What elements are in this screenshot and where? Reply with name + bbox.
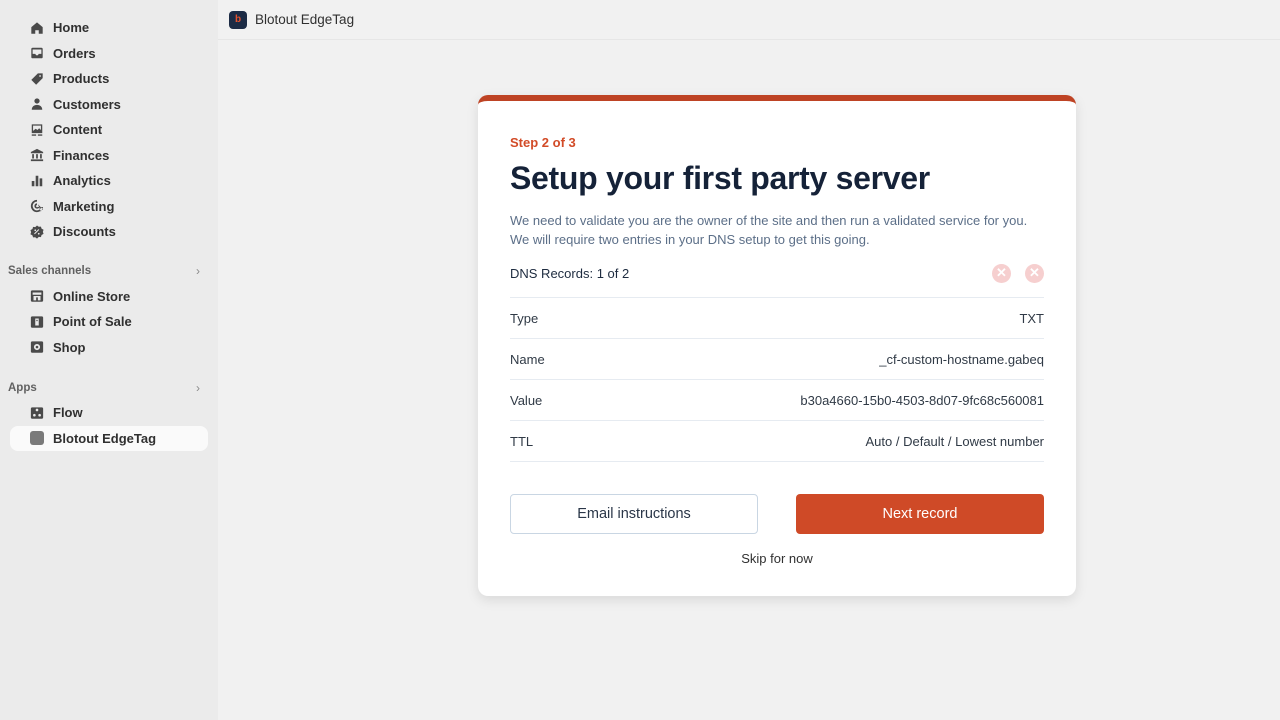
page-title: Setup your first party server (510, 160, 930, 196)
bar-chart-icon (30, 174, 44, 188)
sidebar-item-label: Orders (53, 45, 96, 61)
record-1-not-verified-icon: ✕ (992, 263, 1011, 283)
table-row: TTL Auto / Default / Lowest number (510, 421, 1044, 462)
person-icon (30, 97, 44, 111)
sidebar-item-label: Analytics (53, 173, 111, 189)
setup-card: Step 2 of 3 Setup your first party serve… (478, 95, 1076, 596)
sidebar-item-finances[interactable]: Finances (10, 143, 208, 169)
row-value[interactable]: b30a4660-15b0-4503-8d07-9fc68c560081 (800, 393, 1044, 408)
next-record-button[interactable]: Next record (796, 494, 1044, 534)
table-row: Type TXT (510, 298, 1044, 339)
description-line-1: We need to validate you are the owner of… (510, 213, 1028, 228)
sidebar-item-label: Flow (53, 405, 83, 421)
app-header: b Blotout EdgeTag (218, 0, 1280, 40)
sidebar-item-analytics[interactable]: Analytics (10, 168, 208, 194)
shop-icon (30, 340, 44, 354)
sidebar: Home Orders Products Customers Content F… (0, 0, 218, 720)
sidebar-item-label: Blotout EdgeTag (53, 430, 157, 446)
store-icon (30, 289, 44, 303)
sidebar-item-orders[interactable]: Orders (10, 41, 208, 67)
row-key: Value (510, 392, 543, 408)
discount-icon (30, 225, 44, 239)
sidebar-item-point-of-sale[interactable]: Point of Sale (10, 309, 208, 335)
email-instructions-button[interactable]: Email instructions (510, 494, 758, 534)
action-buttons: Email instructions Next record (510, 494, 1044, 534)
row-value[interactable]: TXT (1019, 311, 1044, 326)
sidebar-item-label: Shop (53, 339, 86, 355)
sidebar-item-label: Home (53, 20, 90, 36)
sidebar-item-discounts[interactable]: Discounts (10, 219, 208, 245)
dns-records-header: DNS Records: 1 of 2 ✕ ✕ (510, 263, 1044, 283)
sidebar-item-shop[interactable]: Shop (10, 335, 208, 361)
row-value[interactable]: Auto / Default / Lowest number (866, 434, 1044, 449)
sidebar-item-online-store[interactable]: Online Store (10, 284, 208, 310)
app-title: Blotout EdgeTag (255, 12, 355, 27)
sidebar-item-label: Customers (53, 96, 121, 112)
target-icon (30, 199, 44, 213)
sidebar-item-flow[interactable]: Flow (10, 400, 208, 426)
row-key: TTL (510, 433, 534, 449)
flow-icon (30, 406, 44, 420)
record-2-not-verified-icon: ✕ (1025, 263, 1044, 283)
tag-icon (30, 72, 44, 86)
sidebar-item-label: Content (53, 122, 103, 138)
row-value[interactable]: _cf-custom-hostname.gabeq (879, 352, 1044, 367)
sidebar-item-marketing[interactable]: Marketing (10, 194, 208, 220)
row-key: Type (510, 310, 539, 326)
section-label: Sales channels (8, 265, 92, 277)
image-icon (30, 123, 44, 137)
dns-records-label: DNS Records: 1 of 2 (510, 265, 630, 281)
section-label: Apps (8, 381, 37, 394)
dns-record-table: Type TXT Name _cf-custom-hostname.gabeq … (510, 297, 1044, 462)
bank-icon (30, 148, 44, 162)
inbox-icon (30, 46, 44, 60)
sidebar-item-label: Online Store (53, 288, 131, 304)
table-row: Name _cf-custom-hostname.gabeq (510, 339, 1044, 380)
record-status-indicators: ✕ ✕ (992, 263, 1044, 283)
app-logo-icon: b (229, 10, 247, 29)
app-icon (30, 431, 44, 446)
description-line-2: We will require two entries in your DNS … (510, 232, 870, 247)
row-key: Name (510, 351, 545, 367)
sidebar-item-label: Discounts (53, 224, 116, 240)
sidebar-item-products[interactable]: Products (10, 66, 208, 92)
description: We need to validate you are the owner of… (510, 211, 1044, 249)
sales-channels-section[interactable]: Sales channels › (0, 259, 218, 284)
home-icon (30, 21, 44, 35)
chevron-right-icon: › (196, 380, 200, 395)
step-indicator: Step 2 of 3 (510, 135, 576, 150)
sidebar-item-home[interactable]: Home (10, 15, 208, 41)
sidebar-item-label: Point of Sale (53, 314, 132, 330)
sidebar-item-customers[interactable]: Customers (10, 92, 208, 118)
apps-section[interactable]: Apps › (0, 375, 218, 400)
sidebar-item-label: Finances (53, 147, 110, 163)
pos-icon (30, 315, 44, 329)
sidebar-item-label: Marketing (53, 198, 115, 214)
skip-for-now-link[interactable]: Skip for now (510, 551, 1044, 566)
table-row: Value b30a4660-15b0-4503-8d07-9fc68c5600… (510, 380, 1044, 421)
sidebar-item-content[interactable]: Content (10, 117, 208, 143)
sidebar-item-blotout-edgetag[interactable]: Blotout EdgeTag (10, 425, 208, 451)
chevron-right-icon: › (196, 264, 200, 278)
sidebar-item-label: Products (53, 71, 110, 87)
